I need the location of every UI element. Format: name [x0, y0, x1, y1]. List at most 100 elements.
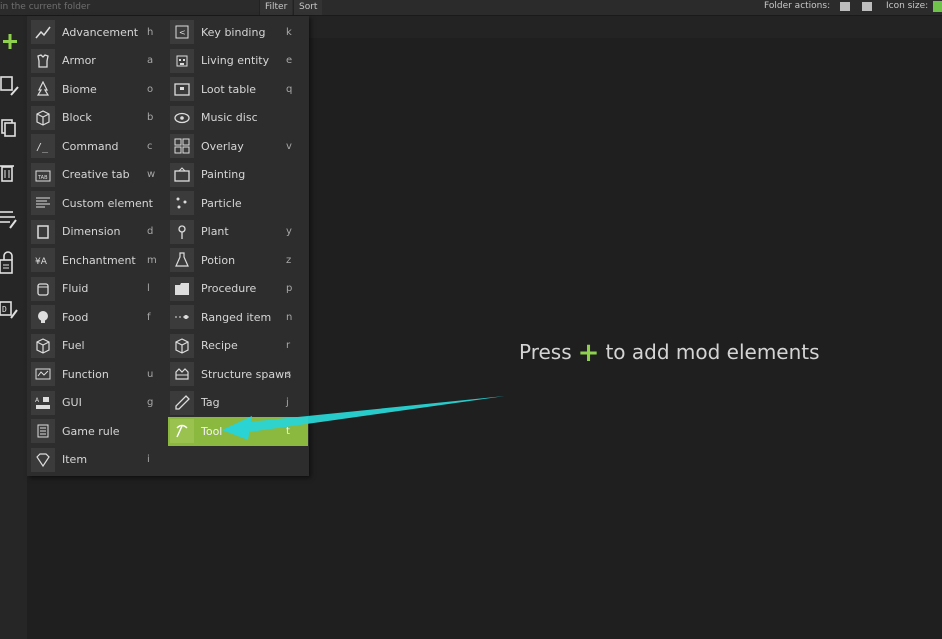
menu-item-label: Dimension — [62, 225, 121, 239]
sort-button[interactable]: Sort — [293, 0, 323, 15]
svg-text:A: A — [35, 397, 40, 404]
menu-item-label: Block — [62, 111, 92, 125]
delete-element-button[interactable] — [0, 159, 22, 185]
menu-item-food[interactable]: Food f — [29, 303, 169, 332]
folder-actions-label: Folder actions: — [764, 1, 831, 11]
menu-item-label: Tag — [201, 396, 220, 410]
icon-size-toggle[interactable] — [933, 1, 942, 12]
creative-tab-icon: TAB — [31, 162, 55, 187]
menu-item-fluid[interactable]: Fluid l — [29, 275, 169, 304]
menu-item-label: Structure spawn — [201, 367, 292, 381]
menu-item-label: Function — [62, 367, 109, 381]
edit-element-button[interactable] — [0, 72, 22, 98]
menu-item-label: Biome — [62, 82, 97, 96]
menu-item-advancement[interactable]: Advancement h — [29, 18, 169, 47]
menu-item-ranged-item[interactable]: Ranged item n — [168, 303, 308, 332]
menu-item-custom-element[interactable]: Custom element — [29, 189, 169, 218]
menu-item-gui[interactable]: A GUI g — [29, 389, 169, 418]
svg-text:/_: /_ — [36, 142, 49, 153]
rename-element-button[interactable] — [0, 206, 22, 232]
menu-item-shortcut: f — [147, 311, 151, 323]
menu-item-tag[interactable]: Tag j — [168, 389, 308, 418]
lock-element-button[interactable] — [0, 251, 22, 277]
add-element-button[interactable] — [0, 28, 22, 54]
menu-item-shortcut: d — [147, 226, 154, 238]
menu-item-shortcut: w — [147, 169, 156, 181]
rename-icon — [0, 211, 17, 229]
menu-item-potion[interactable]: Potion z — [168, 246, 308, 275]
menu-item-command[interactable]: /_ Command c — [29, 132, 169, 161]
add-element-menu: Advancement h Armor a Biome o Block b /_ Command c… — [27, 16, 309, 476]
menu-item-item[interactable]: Item i — [29, 446, 169, 475]
filter-button[interactable]: Filter — [259, 0, 293, 15]
menu-item-shortcut: z — [286, 254, 292, 266]
menu-item-painting[interactable]: Painting — [168, 161, 308, 190]
left-toolbar: D — [0, 16, 27, 639]
menu-item-shortcut: y — [286, 226, 292, 238]
svg-text:<: < — [179, 28, 186, 37]
menu-item-shortcut: l — [147, 283, 150, 295]
menu-item-shortcut: v — [286, 140, 292, 152]
menu-item-shortcut: t — [286, 425, 290, 437]
function-icon — [31, 362, 55, 387]
menu-item-shortcut: k — [286, 26, 292, 38]
svg-text:D: D — [2, 305, 7, 314]
svg-text:TAB: TAB — [37, 175, 48, 181]
menu-item-plant[interactable]: Plant y — [168, 218, 308, 247]
duplicate-element-button[interactable] — [0, 114, 22, 140]
menu-item-shortcut: r — [286, 340, 291, 352]
custom-element-icon — [31, 191, 55, 216]
menu-item-structure-spawn[interactable]: Structure spawn s — [168, 360, 308, 389]
menu-item-fuel[interactable]: Fuel — [29, 332, 169, 361]
menu-item-label: Particle — [201, 196, 242, 210]
trash-icon — [0, 165, 14, 182]
enchantment-icon: ¥A — [31, 248, 55, 273]
advancement-icon — [31, 20, 55, 45]
food-icon — [31, 305, 55, 330]
new-folder-icon[interactable] — [840, 2, 850, 11]
menu-item-shortcut: n — [286, 311, 293, 323]
fluid-icon — [31, 276, 55, 301]
folder-icon[interactable] — [862, 2, 872, 11]
menu-item-loot-table[interactable]: Loot table q — [168, 75, 308, 104]
menu-item-particle[interactable]: Particle — [168, 189, 308, 218]
menu-item-label: Recipe — [201, 339, 238, 353]
menu-item-creative-tab[interactable]: TAB Creative tab w — [29, 161, 169, 190]
menu-item-dimension[interactable]: Dimension d — [29, 218, 169, 247]
menu-item-game-rule[interactable]: Game rule — [29, 417, 169, 446]
menu-item-shortcut: h — [147, 26, 154, 38]
menu-item-enchantment[interactable]: ¥A Enchantment m — [29, 246, 169, 275]
menu-item-shortcut: u — [147, 368, 154, 380]
menu-item-armor[interactable]: Armor a — [29, 47, 169, 76]
armor-icon — [31, 48, 55, 73]
search-input[interactable]: in the current folder — [0, 2, 90, 12]
menu-item-music-disc[interactable]: Music disc — [168, 104, 308, 133]
menu-item-key-binding[interactable]: < Key binding k — [168, 18, 308, 47]
menu-item-label: Game rule — [62, 424, 120, 438]
gui-icon: A — [31, 390, 55, 415]
living-entity-icon — [170, 48, 194, 73]
menu-item-label: Fluid — [62, 282, 89, 296]
menu-item-living-entity[interactable]: Living entity e — [168, 47, 308, 76]
menu-item-function[interactable]: Function u — [29, 360, 169, 389]
menu-column-left: Advancement h Armor a Biome o Block b /_ Command c… — [29, 18, 169, 474]
menu-item-biome[interactable]: Biome o — [29, 75, 169, 104]
menu-item-procedure[interactable]: Procedure p — [168, 275, 308, 304]
procedure-icon — [170, 276, 194, 301]
menu-item-shortcut: j — [286, 397, 289, 409]
menu-item-overlay[interactable]: Overlay v — [168, 132, 308, 161]
menu-item-label: Procedure — [201, 282, 257, 296]
icon-size-label: Icon size: — [886, 1, 929, 11]
menu-item-label: Ranged item — [201, 310, 272, 324]
recipe-icon — [170, 333, 194, 358]
plant-icon — [170, 219, 194, 244]
menu-item-block[interactable]: Block b — [29, 104, 169, 133]
menu-item-tool[interactable]: Tool t — [168, 417, 308, 446]
ranged-item-icon — [170, 305, 194, 330]
menu-item-recipe[interactable]: Recipe r — [168, 332, 308, 361]
menu-item-label: Custom element — [62, 196, 153, 210]
potion-icon — [170, 248, 194, 273]
menu-item-label: Living entity — [201, 54, 270, 68]
code-element-button[interactable]: D — [0, 296, 22, 322]
menu-item-shortcut: m — [147, 254, 157, 266]
